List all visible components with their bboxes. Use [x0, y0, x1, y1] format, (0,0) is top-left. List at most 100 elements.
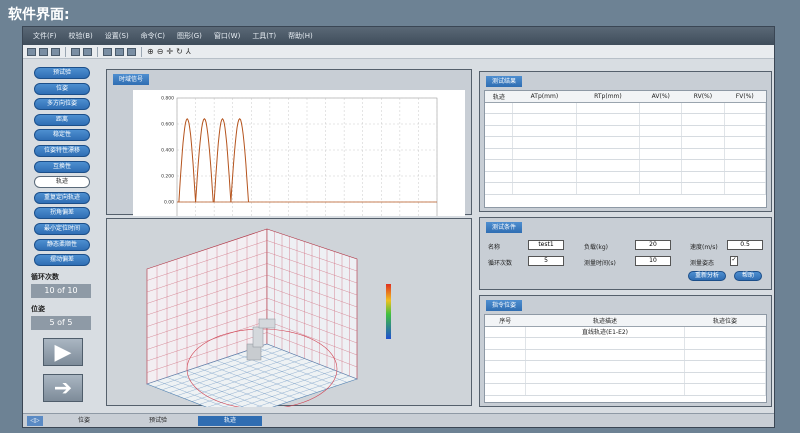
zoom-in-icon[interactable]: ⊕	[147, 47, 154, 56]
status-tab[interactable]: 轨迹	[198, 416, 262, 426]
sidebar-button[interactable]: 重复定向轨迹	[34, 191, 90, 204]
table-row[interactable]: 直线轨迹(E1-E2)	[485, 326, 767, 338]
column-header[interactable]: RV(%)	[681, 91, 725, 103]
help-button[interactable]: 帮助	[734, 271, 762, 281]
column-header[interactable]: 轨迹	[485, 91, 513, 103]
3d-view-panel[interactable]	[106, 218, 473, 407]
status-tab[interactable]: 位姿	[49, 416, 119, 426]
table-cell	[681, 171, 725, 183]
name-field[interactable]: test1	[528, 240, 564, 250]
new-file-icon[interactable]	[27, 47, 36, 56]
toolbar-separator	[65, 46, 66, 57]
print-icon[interactable]	[71, 47, 80, 56]
table-cell	[512, 148, 577, 160]
next-button[interactable]: ➔	[43, 374, 83, 403]
sidebar-button[interactable]: 拐角偏差	[34, 207, 90, 220]
commands-panel: 指令位姿 序号 轨迹描述 轨迹位姿 直线轨迹(E1-E2)	[479, 295, 772, 407]
table-cell	[684, 372, 767, 384]
column-header[interactable]: FV(%)	[724, 91, 766, 103]
table-row[interactable]	[485, 372, 767, 384]
preview-icon[interactable]	[83, 47, 92, 56]
table-cell	[512, 182, 577, 195]
table-row[interactable]	[485, 113, 767, 126]
axis-icon[interactable]: ⅄	[186, 47, 191, 56]
copy-icon[interactable]	[103, 47, 112, 56]
table-cell	[639, 136, 683, 149]
table-cell	[525, 349, 685, 361]
chart-icon[interactable]	[127, 47, 136, 56]
sidebar-button[interactable]: 稳定性	[34, 129, 90, 142]
table-row[interactable]	[485, 360, 767, 373]
play-icon: ▶	[54, 339, 72, 365]
loop-count-label: 循环次数	[31, 273, 59, 282]
table-row[interactable]	[485, 383, 767, 396]
sidebar-button[interactable]: 轨迹	[34, 176, 90, 189]
arrow-right-icon: ➔	[53, 375, 73, 401]
reanalyze-button[interactable]: 重新分析	[688, 271, 726, 281]
sidebar-button[interactable]: 位姿	[34, 82, 90, 95]
table-row[interactable]	[485, 171, 767, 183]
signal-chart-panel: 时域信号 0.002.004.006.008.0010.0012.0014.00…	[106, 69, 472, 249]
table-cell	[576, 171, 641, 183]
status-tab[interactable]: 预试验	[123, 416, 193, 426]
posture-label: 测量姿态	[690, 260, 715, 267]
menu-item[interactable]: 命令(C)	[141, 31, 165, 41]
sidebar-button[interactable]: 互换性	[34, 160, 90, 173]
sidebar-button[interactable]: 距离	[34, 113, 90, 126]
load-field[interactable]: 20	[635, 240, 671, 250]
posture-checkbox[interactable]: ✓	[730, 256, 738, 266]
sidebar-button[interactable]: 预试验	[34, 67, 90, 79]
menu-item[interactable]: 校验(B)	[69, 31, 93, 41]
column-header[interactable]: 轨迹描述	[525, 315, 685, 327]
column-header[interactable]: RTp(mm)	[576, 91, 640, 103]
cursor-icon[interactable]: ✛	[166, 47, 173, 56]
table-cell	[525, 360, 685, 373]
table-row[interactable]	[485, 159, 767, 172]
3d-workspace-view[interactable]	[107, 219, 473, 407]
column-header[interactable]: ATp(mm)	[512, 91, 577, 103]
results-title: 测试结果	[486, 76, 523, 87]
table-cell	[525, 337, 685, 350]
sidebar-button[interactable]: 静态柔顺性	[34, 238, 90, 251]
open-icon[interactable]	[51, 47, 60, 56]
conditions-panel: 测试条件 名称 test1 负载(kg) 20 速度(m/s) 0.5 循环次数…	[479, 217, 772, 290]
table-row[interactable]	[485, 136, 767, 149]
menu-item[interactable]: 帮助(H)	[288, 31, 313, 41]
sidebar-buttons: 预试验位姿多方向位姿距离稳定性位姿特性漂移 互换性轨迹重复定向轨迹 拐角偏差最小定位…	[29, 67, 95, 267]
table-cell	[681, 113, 725, 126]
table-icon[interactable]	[115, 47, 124, 56]
zoom-out-icon[interactable]: ⊖	[157, 47, 164, 56]
table-row[interactable]	[485, 102, 767, 114]
table-row[interactable]	[485, 125, 767, 137]
menu-item[interactable]: 文件(F)	[33, 31, 57, 41]
table-cell	[512, 136, 577, 149]
menu-item[interactable]: 窗口(W)	[214, 31, 240, 41]
column-header[interactable]: 轨迹位姿	[684, 315, 766, 327]
table-row[interactable]	[485, 148, 767, 160]
table-cell	[525, 372, 685, 384]
save-icon[interactable]	[39, 47, 48, 56]
rotate-icon[interactable]: ↻	[176, 47, 183, 56]
sidebar-button[interactable]: 摆动偏差	[34, 254, 90, 267]
table-cell	[485, 360, 527, 373]
nav-arrows-icon[interactable]: ◁▷	[27, 416, 43, 426]
menu-item[interactable]: 图形(G)	[177, 31, 202, 41]
column-header[interactable]: AV(%)	[639, 91, 682, 103]
menu-item[interactable]: 工具(T)	[252, 31, 276, 41]
table-cell	[684, 349, 767, 361]
sidebar-button[interactable]: 位姿特性漂移	[34, 144, 90, 157]
cycles-field[interactable]: 5	[528, 256, 564, 266]
play-button[interactable]: ▶	[43, 338, 83, 367]
column-header[interactable]: 序号	[485, 315, 526, 327]
speed-field[interactable]: 0.5	[727, 240, 763, 250]
sidebar-button[interactable]: 多方向位姿	[34, 98, 90, 111]
time-field[interactable]: 10	[635, 256, 671, 266]
table-row[interactable]	[485, 349, 767, 361]
table-cell	[485, 125, 514, 137]
commands-table-frame: 序号 轨迹描述 轨迹位姿 直线轨迹(E1-E2)	[484, 314, 767, 403]
commands-table: 序号 轨迹描述 轨迹位姿 直线轨迹(E1-E2)	[485, 315, 767, 396]
menu-item[interactable]: 设置(S)	[105, 31, 129, 41]
table-row[interactable]	[485, 182, 767, 195]
sidebar-button[interactable]: 最小定位时间	[34, 222, 90, 235]
table-row[interactable]	[485, 337, 767, 350]
